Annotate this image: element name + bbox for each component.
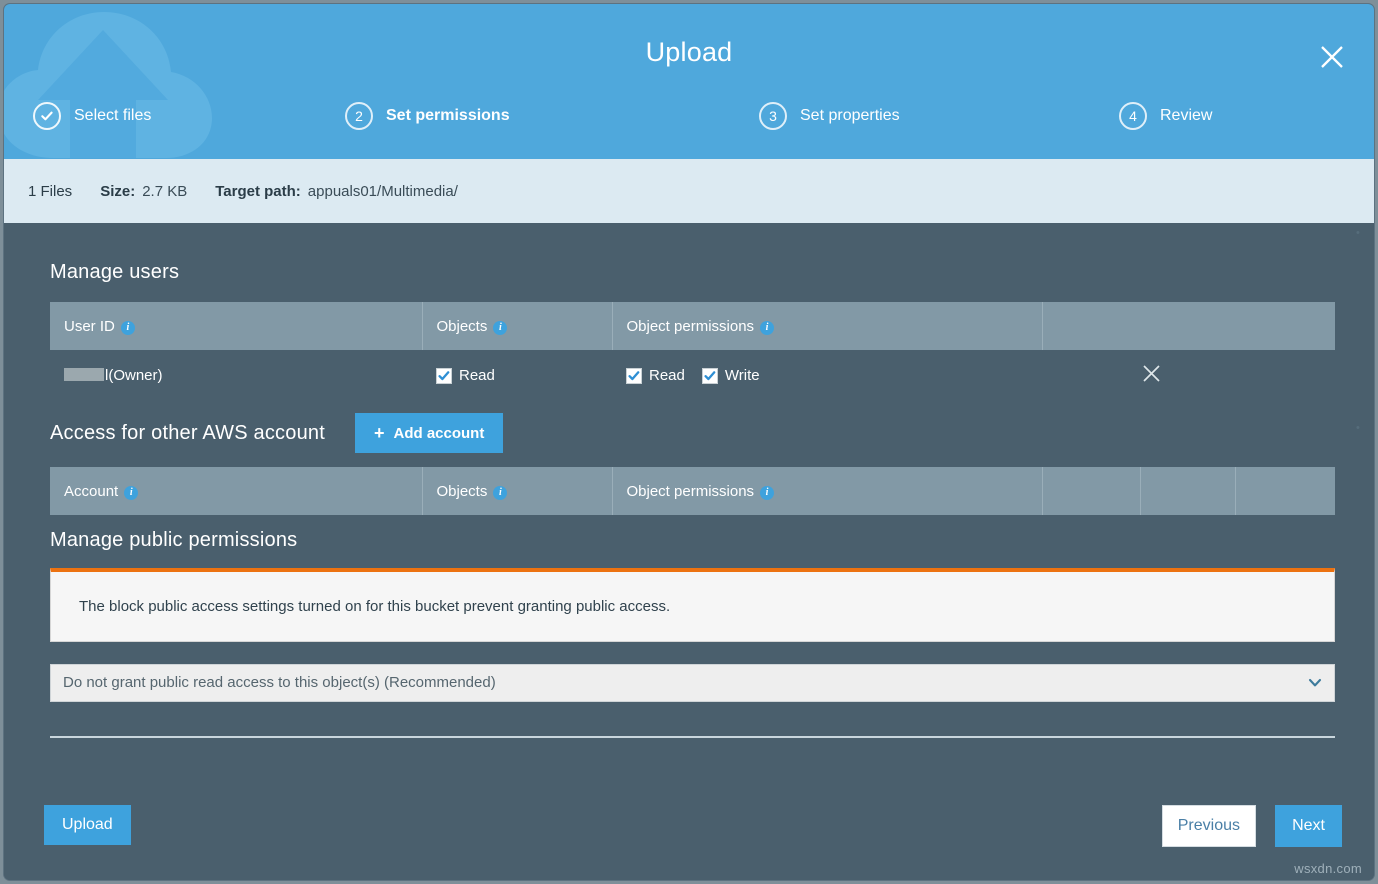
step-indicator: Select files 2 Set permissions 3 Set pro… xyxy=(4,102,1374,146)
column-label: Objects xyxy=(437,318,488,335)
step-number-2: 2 xyxy=(345,102,373,130)
column-label: Object permissions xyxy=(627,318,755,335)
checkbox-label: Read xyxy=(459,367,495,384)
other-accounts-title: Access for other AWS account xyxy=(50,422,325,445)
column-header-objects: Objects i xyxy=(422,467,612,515)
target-path-label: Target path: xyxy=(215,183,301,200)
dialog-header: Upload Select files 2 Set permissions xyxy=(4,4,1374,159)
cell-object-permissions: Read Write xyxy=(612,350,1042,401)
column-label: Account xyxy=(64,483,118,500)
upload-button[interactable]: Upload xyxy=(44,805,131,845)
step-set-permissions[interactable]: 2 Set permissions xyxy=(345,102,510,130)
upload-dialog: Upload Select files 2 Set permissions xyxy=(4,4,1374,880)
public-access-select-wrapper: Do not grant public read access to this … xyxy=(50,664,1335,702)
public-permissions-title: Manage public permissions xyxy=(50,529,1328,552)
warning-text: The block public access settings turned … xyxy=(79,598,670,615)
column-label: User ID xyxy=(64,318,115,335)
column-label: Objects xyxy=(437,483,488,500)
step-set-properties[interactable]: 3 Set properties xyxy=(759,102,900,130)
step-label-3: Set properties xyxy=(800,107,900,125)
column-header-spacer-2 xyxy=(1140,467,1235,515)
dialog-footer: Upload Previous Next wsxdn.com xyxy=(4,784,1374,880)
cell-remove xyxy=(1042,350,1335,401)
checkbox-objects-read[interactable]: Read xyxy=(436,367,495,384)
column-label: Object permissions xyxy=(627,483,755,500)
step-review[interactable]: 4 Review xyxy=(1119,102,1212,130)
column-header-object-permissions: Object permissions i xyxy=(612,302,1042,350)
redacted-user-id xyxy=(64,368,104,381)
other-accounts-table: Account i Objects i Object permissions i xyxy=(50,467,1335,515)
add-account-label: Add account xyxy=(394,426,485,441)
page-title: Upload xyxy=(4,37,1374,68)
cell-user-id: l(Owner) xyxy=(50,350,422,401)
close-icon xyxy=(1142,364,1161,383)
checkbox-objperm-write[interactable]: Write xyxy=(702,367,760,384)
plus-icon: + xyxy=(374,424,385,442)
column-header-actions xyxy=(1042,302,1335,350)
user-id-suffix: l(Owner) xyxy=(105,367,163,384)
add-account-button[interactable]: + Add account xyxy=(355,413,503,453)
manage-users-table: User ID i Objects i Object permissions i l(… xyxy=(50,302,1335,401)
upload-summary-bar: 1 Files Size: 2.7 KB Target path: appual… xyxy=(4,159,1374,223)
info-icon[interactable]: i xyxy=(493,486,507,500)
checkbox-checked-icon xyxy=(436,368,452,384)
column-header-account: Account i xyxy=(50,467,422,515)
public-access-warning: The block public access settings turned … xyxy=(50,568,1335,642)
size-label: Size: xyxy=(100,183,135,200)
info-icon[interactable]: i xyxy=(760,321,774,335)
footer-divider xyxy=(50,736,1335,738)
checkbox-label: Read xyxy=(649,367,685,384)
step-label-2: Set permissions xyxy=(386,107,510,125)
column-header-spacer-1 xyxy=(1042,467,1140,515)
step-label-4: Review xyxy=(1160,107,1212,125)
target-path-value: appuals01/Multimedia/ xyxy=(308,183,458,200)
scroll-indicator-top[interactable]: • xyxy=(1356,228,1366,239)
info-icon[interactable]: i xyxy=(124,486,138,500)
checkbox-checked-icon xyxy=(702,368,718,384)
check-circle-icon xyxy=(33,102,61,130)
close-icon xyxy=(1319,44,1345,70)
checkbox-objperm-read[interactable]: Read xyxy=(626,367,685,384)
checkbox-checked-icon xyxy=(626,368,642,384)
remove-row-button[interactable] xyxy=(1142,364,1161,387)
column-header-spacer-3 xyxy=(1235,467,1335,515)
manage-users-title: Manage users xyxy=(50,261,1328,284)
info-icon[interactable]: i xyxy=(121,321,135,335)
info-icon[interactable]: i xyxy=(493,321,507,335)
step-number-4: 4 xyxy=(1119,102,1147,130)
public-access-select[interactable]: Do not grant public read access to this … xyxy=(50,664,1335,702)
step-number-3: 3 xyxy=(759,102,787,130)
table-header-row: User ID i Objects i Object permissions i xyxy=(50,302,1335,350)
step-label-1: Select files xyxy=(74,107,151,125)
column-header-user-id: User ID i xyxy=(50,302,422,350)
table-header-row: Account i Objects i Object permissions i xyxy=(50,467,1335,515)
info-icon[interactable]: i xyxy=(760,486,774,500)
checkbox-label: Write xyxy=(725,367,760,384)
next-button[interactable]: Next xyxy=(1275,805,1342,847)
column-header-objects: Objects i xyxy=(422,302,612,350)
column-header-object-permissions: Object permissions i xyxy=(612,467,1042,515)
scroll-indicator-bottom[interactable]: • xyxy=(1356,423,1366,434)
files-count: 1 Files xyxy=(28,183,72,200)
size-value: 2.7 KB xyxy=(142,183,187,200)
cell-objects: Read xyxy=(422,350,612,401)
previous-button[interactable]: Previous xyxy=(1162,805,1256,847)
dialog-body: • • Manage users User ID i Objects i Objec… xyxy=(4,223,1374,880)
step-select-files[interactable]: Select files xyxy=(33,102,151,130)
site-watermark: wsxdn.com xyxy=(1294,861,1362,876)
table-row: l(Owner) Read xyxy=(50,350,1335,401)
close-button[interactable] xyxy=(1312,37,1352,77)
